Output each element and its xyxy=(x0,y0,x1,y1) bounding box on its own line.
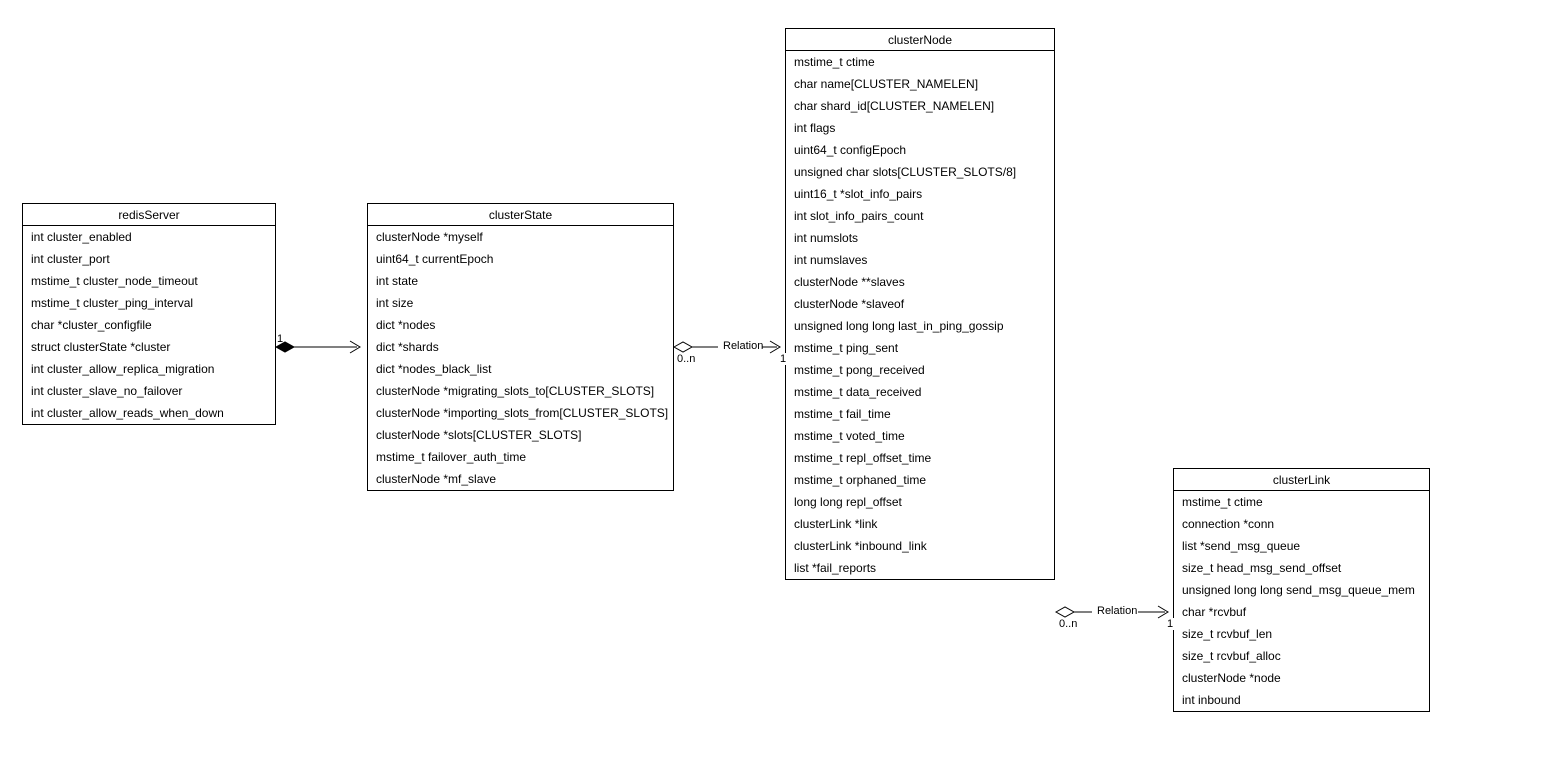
uml-attrs: mstime_t ctime connection *conn list *se… xyxy=(1174,491,1429,711)
uml-row: clusterNode **slaves xyxy=(786,271,1054,293)
uml-row: clusterLink *inbound_link xyxy=(786,535,1054,557)
uml-row: int cluster_slave_no_failover xyxy=(23,380,275,402)
uml-title: clusterState xyxy=(368,204,673,226)
uml-row: clusterNode *importing_slots_from[CLUSTE… xyxy=(368,402,673,424)
uml-class-redis-server: redisServer int cluster_enabled int clus… xyxy=(22,203,276,425)
uml-class-cluster-link: clusterLink mstime_t ctime connection *c… xyxy=(1173,468,1430,712)
uml-row: mstime_t orphaned_time xyxy=(786,469,1054,491)
uml-row: int cluster_port xyxy=(23,248,275,270)
uml-row: int numslaves xyxy=(786,249,1054,271)
uml-title: redisServer xyxy=(23,204,275,226)
uml-row: unsigned long long last_in_ping_gossip xyxy=(786,315,1054,337)
uml-row: connection *conn xyxy=(1174,513,1429,535)
uml-row: dict *nodes_black_list xyxy=(368,358,673,380)
uml-row: mstime_t data_received xyxy=(786,381,1054,403)
uml-row: unsigned long long send_msg_queue_mem xyxy=(1174,579,1429,601)
aggregation-connector xyxy=(674,341,780,353)
uml-row: struct clusterState *cluster xyxy=(23,336,275,358)
uml-row: clusterNode *myself xyxy=(368,226,673,248)
uml-row: int slot_info_pairs_count xyxy=(786,205,1054,227)
uml-row: char *cluster_configfile xyxy=(23,314,275,336)
uml-row: mstime_t cluster_ping_interval xyxy=(23,292,275,314)
uml-row: size_t rcvbuf_alloc xyxy=(1174,645,1429,667)
uml-title: clusterNode xyxy=(786,29,1054,51)
multiplicity-label: 1 xyxy=(276,333,284,345)
uml-row: int flags xyxy=(786,117,1054,139)
uml-row: dict *nodes xyxy=(368,314,673,336)
uml-row: clusterLink *link xyxy=(786,513,1054,535)
multiplicity-label: 0..n xyxy=(676,353,696,365)
uml-attrs: int cluster_enabled int cluster_port mst… xyxy=(23,226,275,424)
uml-row: int cluster_allow_replica_migration xyxy=(23,358,275,380)
uml-row: list *fail_reports xyxy=(786,557,1054,579)
uml-row: uint64_t currentEpoch xyxy=(368,248,673,270)
uml-row: list *send_msg_queue xyxy=(1174,535,1429,557)
uml-row: clusterNode *migrating_slots_to[CLUSTER_… xyxy=(368,380,673,402)
uml-row: clusterNode *mf_slave xyxy=(368,468,673,490)
diagram-canvas: redisServer int cluster_enabled int clus… xyxy=(0,0,1541,772)
composition-connector xyxy=(276,341,360,353)
uml-row: clusterNode *node xyxy=(1174,667,1429,689)
uml-row: mstime_t voted_time xyxy=(786,425,1054,447)
uml-row: long long repl_offset xyxy=(786,491,1054,513)
uml-attrs: clusterNode *myself uint64_t currentEpoc… xyxy=(368,226,673,490)
aggregation-connector xyxy=(1056,606,1168,618)
uml-row: mstime_t pong_received xyxy=(786,359,1054,381)
uml-row: mstime_t ping_sent xyxy=(786,337,1054,359)
uml-class-cluster-node: clusterNode mstime_t ctime char name[CLU… xyxy=(785,28,1055,580)
uml-row: dict *shards xyxy=(368,336,673,358)
uml-row: size_t head_msg_send_offset xyxy=(1174,557,1429,579)
uml-row: int inbound xyxy=(1174,689,1429,711)
uml-row: char *rcvbuf xyxy=(1174,601,1429,623)
uml-row: mstime_t ctime xyxy=(1174,491,1429,513)
uml-row: int size xyxy=(368,292,673,314)
relation-label: Relation xyxy=(722,340,764,352)
multiplicity-label: 0..n xyxy=(1058,618,1078,630)
uml-title: clusterLink xyxy=(1174,469,1429,491)
uml-row: int numslots xyxy=(786,227,1054,249)
uml-row: uint16_t *slot_info_pairs xyxy=(786,183,1054,205)
uml-row: int cluster_allow_reads_when_down xyxy=(23,402,275,424)
uml-row: char name[CLUSTER_NAMELEN] xyxy=(786,73,1054,95)
uml-row: char shard_id[CLUSTER_NAMELEN] xyxy=(786,95,1054,117)
uml-row: clusterNode *slots[CLUSTER_SLOTS] xyxy=(368,424,673,446)
uml-attrs: mstime_t ctime char name[CLUSTER_NAMELEN… xyxy=(786,51,1054,579)
uml-row: unsigned char slots[CLUSTER_SLOTS/8] xyxy=(786,161,1054,183)
uml-row: size_t rcvbuf_len xyxy=(1174,623,1429,645)
uml-row: mstime_t ctime xyxy=(786,51,1054,73)
uml-row: uint64_t configEpoch xyxy=(786,139,1054,161)
uml-class-cluster-state: clusterState clusterNode *myself uint64_… xyxy=(367,203,674,491)
uml-row: mstime_t failover_auth_time xyxy=(368,446,673,468)
uml-row: mstime_t cluster_node_timeout xyxy=(23,270,275,292)
uml-row: int cluster_enabled xyxy=(23,226,275,248)
uml-row: mstime_t fail_time xyxy=(786,403,1054,425)
relation-label: Relation xyxy=(1096,605,1138,617)
uml-row: mstime_t repl_offset_time xyxy=(786,447,1054,469)
uml-row: clusterNode *slaveof xyxy=(786,293,1054,315)
uml-row: int state xyxy=(368,270,673,292)
